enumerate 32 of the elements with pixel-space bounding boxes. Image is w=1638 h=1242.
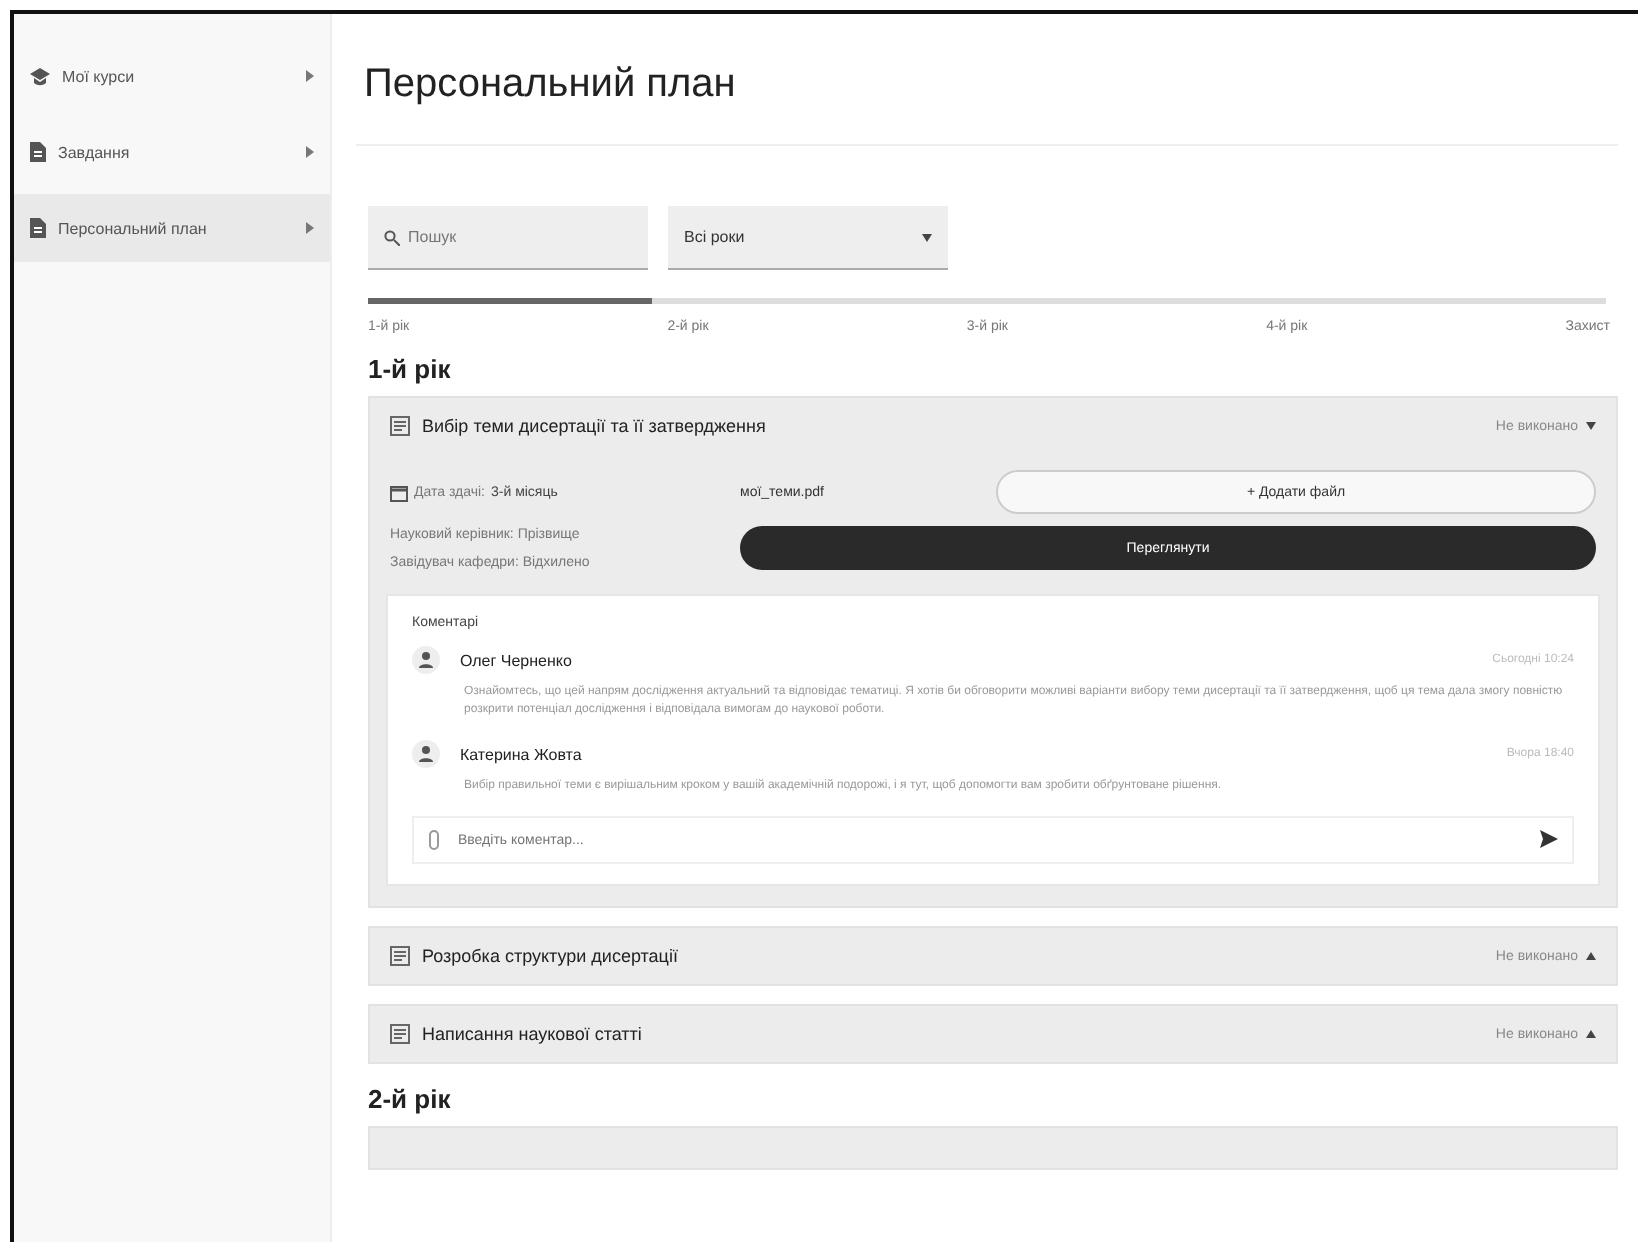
task-title: Розробка структури дисертації <box>422 946 680 966</box>
chevron-icon <box>306 222 314 234</box>
graduation-cap-icon <box>30 67 50 85</box>
document-icon <box>30 218 46 238</box>
search-field[interactable]: Пошук <box>368 206 648 270</box>
caret-icon <box>1586 952 1596 960</box>
checklist-icon <box>390 1024 410 1044</box>
calendar-icon <box>390 483 408 501</box>
send-icon[interactable] <box>1540 830 1558 848</box>
page-title: Персональний план <box>356 14 1618 146</box>
checklist-icon <box>390 416 410 436</box>
document-icon <box>30 142 46 162</box>
caret-icon <box>922 233 932 241</box>
task-title: Вибір теми дисертації та її затвердження <box>422 416 768 436</box>
comment-author: Олег Черненко <box>460 651 574 669</box>
paperclip-icon <box>428 830 440 850</box>
user-icon <box>412 646 440 674</box>
search-icon <box>384 230 400 246</box>
sidebar-item[interactable]: Персональний план <box>14 194 330 262</box>
chevron-icon <box>306 146 314 158</box>
chevron-icon <box>306 70 314 82</box>
caret-icon <box>1586 1030 1596 1038</box>
sidebar-item[interactable]: Завдання <box>14 118 330 186</box>
checklist-icon <box>390 946 410 966</box>
year-dropdown[interactable]: Всі роки <box>668 206 948 270</box>
user-icon <box>412 740 440 768</box>
year-heading: 1-й рік <box>368 354 453 384</box>
year-heading: 2-й рік <box>368 1084 453 1114</box>
sidebar-item[interactable]: Мої курси <box>14 42 330 110</box>
comment-author: Катерина Жовта <box>460 745 584 763</box>
task-title: Написання наукової статті <box>422 1024 644 1044</box>
caret-icon <box>1586 422 1596 430</box>
